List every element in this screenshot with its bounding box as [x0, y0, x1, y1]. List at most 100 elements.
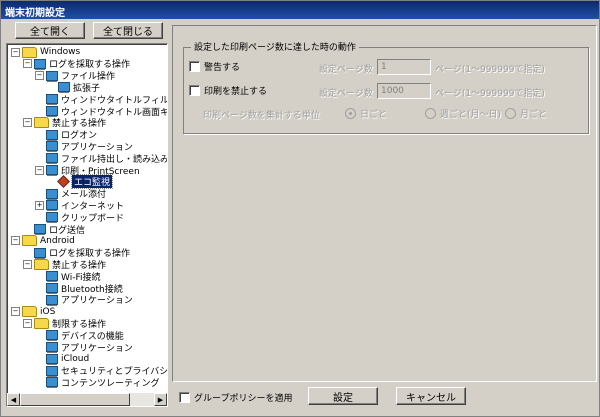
- monitor-icon: [46, 94, 58, 105]
- tree-node[interactable]: − Windows: [11, 46, 80, 58]
- tree-node-label: iOS: [40, 306, 56, 317]
- monitor-icon: [46, 153, 58, 164]
- group-policy-label: グループポリシーを適用: [194, 394, 293, 404]
- monitor-icon: [46, 70, 58, 81]
- unit-weekly-radio[interactable]: 週ごと(月〜日): [425, 107, 501, 120]
- monitor-icon: [46, 188, 58, 199]
- tree-node[interactable]: − Android: [11, 235, 75, 247]
- scroll-right-icon[interactable]: ▶: [154, 393, 167, 406]
- radio-selected-icon[interactable]: [345, 108, 356, 119]
- monitor-icon: [46, 212, 58, 223]
- warn-label: 警告する: [204, 63, 241, 73]
- monitor-icon: [46, 129, 58, 140]
- monitor-icon: [58, 82, 70, 93]
- monitor-icon: [46, 365, 58, 376]
- tree-node[interactable]: セキュリティとプライバシー: [35, 365, 167, 377]
- radio-icon[interactable]: [505, 108, 516, 119]
- tree-node[interactable]: − ログを採取する操作: [23, 58, 130, 70]
- prohibit-hint: ページ(1〜999999で指定): [435, 89, 545, 99]
- tree-node[interactable]: ログ送信: [23, 223, 85, 236]
- settings-tree[interactable]: − Windows − ログを採取する操作 − ファイル操作 拡張子 ウィンドウタイトルフィル…: [6, 43, 168, 407]
- tree-node[interactable]: − 印刷・PrintScreen: [35, 164, 140, 177]
- monitor-icon: [46, 294, 58, 305]
- tree-node-label: コンテンツレーティング: [61, 378, 160, 389]
- unit-monthly-radio[interactable]: 月ごと: [505, 107, 547, 120]
- tree-node[interactable]: クリップボード: [35, 211, 124, 224]
- tree-node[interactable]: − 禁止する操作: [23, 258, 106, 271]
- collapse-icon[interactable]: −: [11, 307, 20, 317]
- horizontal-scrollbar[interactable]: ◀ ▶: [7, 393, 167, 406]
- monitor-icon: [34, 224, 46, 234]
- unit-monthly-label: 月ごと: [520, 110, 548, 120]
- collapse-all-button[interactable]: 全て閉じる: [93, 22, 163, 39]
- unit-label: 印刷ページ数を集計する単位: [203, 111, 320, 121]
- tree-node[interactable]: + インターネット: [35, 199, 124, 212]
- tree-node[interactable]: − 制限する操作: [23, 317, 106, 330]
- expand-all-button[interactable]: 全て開く: [15, 22, 85, 39]
- prohibit-checkbox[interactable]: 印刷を禁止する: [189, 84, 267, 97]
- radio-icon[interactable]: [425, 108, 436, 119]
- tree-node[interactable]: Bluetooth接続: [35, 282, 123, 295]
- tree-node[interactable]: アプリケーション: [35, 294, 133, 306]
- tree-node[interactable]: ログオン: [35, 129, 97, 141]
- tree-node[interactable]: ログを採取する操作: [23, 247, 130, 259]
- tree-node[interactable]: アプリケーション: [35, 140, 133, 153]
- monitor-icon: [46, 330, 58, 341]
- tree-node[interactable]: ウィンドウタイトル画面キャ: [35, 105, 167, 118]
- apply-button[interactable]: 設定: [308, 387, 378, 405]
- monitor-icon: [46, 377, 58, 388]
- title-bar: 端末初期設定: [1, 1, 599, 19]
- collapse-icon[interactable]: −: [35, 71, 44, 81]
- folder-icon: [34, 317, 49, 329]
- collapse-icon[interactable]: −: [23, 118, 32, 128]
- collapse-icon[interactable]: −: [11, 236, 20, 246]
- unit-weekly-label: 週ごと(月〜日): [440, 110, 502, 120]
- warn-checkbox[interactable]: 警告する: [189, 60, 240, 73]
- prohibit-label: 印刷を禁止する: [204, 87, 268, 97]
- tree-node[interactable]: メール添付: [35, 188, 106, 200]
- tree-node[interactable]: ウィンドウタイトルフィルタ: [35, 93, 167, 106]
- folder-icon: [22, 235, 37, 247]
- tree-node[interactable]: アプリケーション: [35, 341, 133, 354]
- warn-hint: ページ(1〜999999で指定): [435, 65, 545, 75]
- scroll-thumb[interactable]: [20, 393, 130, 406]
- tree-node[interactable]: コンテンツレーティング: [35, 376, 160, 389]
- tree-node[interactable]: iCloud: [35, 353, 89, 365]
- warn-checkbox-box[interactable]: [189, 61, 200, 72]
- monitor-icon: [34, 247, 46, 258]
- tree-node[interactable]: − 禁止する操作: [23, 117, 106, 129]
- monitor-icon: [34, 58, 46, 69]
- tree-node-label: Windows: [40, 47, 81, 57]
- folder-icon: [22, 306, 37, 318]
- tree-node[interactable]: ファイル持出し・読み込み: [35, 152, 167, 165]
- cancel-button[interactable]: キャンセル: [396, 387, 466, 405]
- group-policy-checkbox-box[interactable]: [179, 392, 190, 403]
- tree-node[interactable]: デバイスの機能: [35, 329, 124, 342]
- tree-node[interactable]: − iOS: [11, 306, 55, 318]
- tree-node-label: iCloud: [61, 353, 90, 364]
- group-policy-checkbox[interactable]: グループポリシーを適用: [179, 391, 292, 404]
- tree-node[interactable]: − ファイル操作: [35, 70, 115, 82]
- collapse-icon[interactable]: −: [23, 59, 32, 69]
- collapse-icon[interactable]: −: [35, 165, 44, 175]
- tree-node[interactable]: エコ監視: [47, 174, 114, 190]
- prohibit-checkbox-box[interactable]: [189, 85, 200, 96]
- collapse-icon[interactable]: −: [23, 318, 32, 328]
- monitor-icon: [46, 271, 58, 282]
- tree-node[interactable]: 拡張子: [47, 81, 100, 94]
- scroll-left-icon[interactable]: ◀: [7, 393, 20, 406]
- warn-pages-input[interactable]: 1: [377, 59, 431, 75]
- collapse-icon[interactable]: −: [11, 47, 20, 57]
- tree-items: − Windows − ログを採取する操作 − ファイル操作 拡張子 ウィンドウタイトルフィル…: [7, 44, 167, 392]
- tree-node[interactable]: Wi-Fi接続: [35, 270, 100, 283]
- tree-node-label: アプリケーション: [61, 343, 133, 354]
- monitor-icon: [46, 165, 58, 175]
- collapse-icon[interactable]: −: [23, 259, 32, 269]
- expand-icon[interactable]: +: [35, 200, 44, 210]
- settings-window: 端末初期設定 全て開く 全て閉じる − Windows − ログを採取する操作 − ファイ…: [0, 0, 600, 417]
- monitor-icon: [46, 342, 58, 352]
- unit-daily-radio[interactable]: 日ごと: [345, 107, 387, 120]
- prohibit-pages-input[interactable]: 1000: [377, 83, 431, 99]
- unit-daily-label: 日ごと: [360, 110, 388, 120]
- monitor-icon: [46, 141, 58, 152]
